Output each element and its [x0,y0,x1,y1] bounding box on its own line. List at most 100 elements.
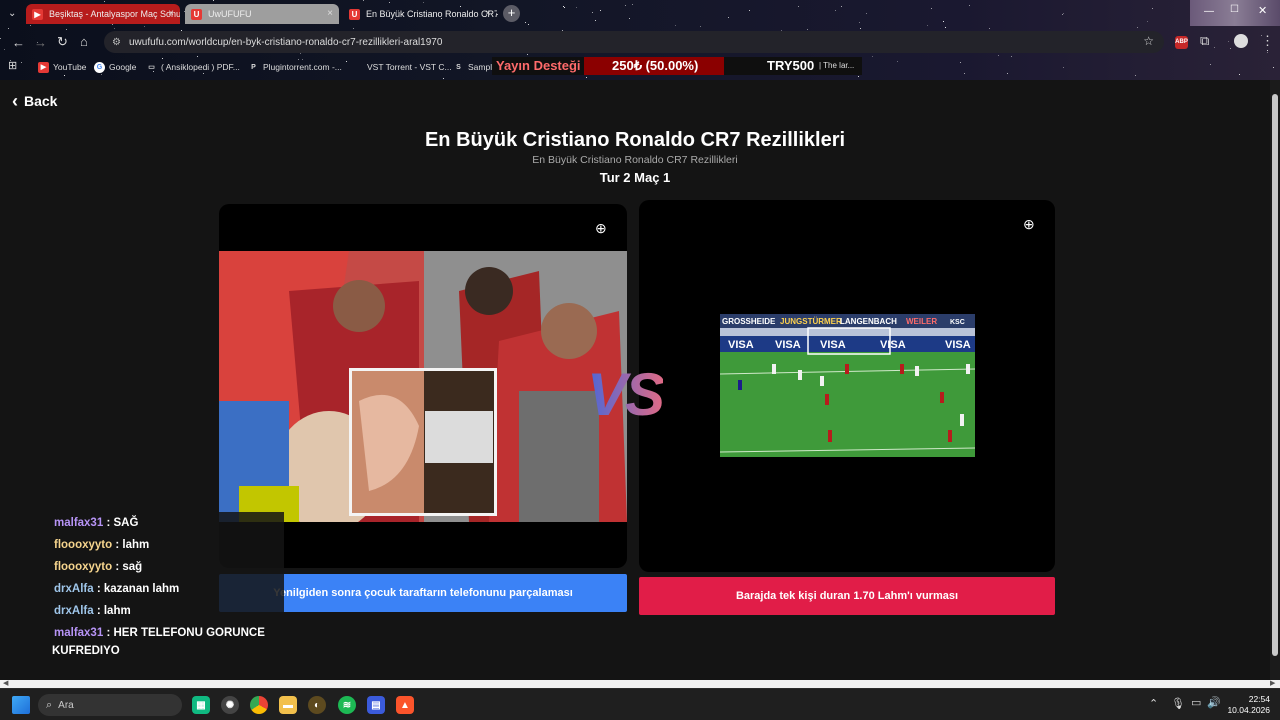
tray-chevron-icon[interactable]: ⌃ [1149,697,1158,710]
star-dot [300,53,301,54]
bookmark-star-icon[interactable]: ☆ [1143,34,1154,48]
menu-dots-icon[interactable]: ⋮ [1261,33,1274,49]
right-choice-card[interactable]: ⊕ GROSSHEIDE JUNGSTÜRMER LANGENBACH WEIL… [639,200,1055,572]
back-nav-icon[interactable]: ← [12,35,25,50]
task-view-icon[interactable]: ▦ [192,696,210,714]
chat-message: malfax31 : SAĞ [54,514,138,532]
back-button[interactable]: ‹ Back [12,92,57,110]
scrollbar-thumb[interactable] [1272,94,1278,656]
scroll-right-icon[interactable]: ▶ [1270,679,1275,687]
ad-text: VISA [880,339,906,351]
ticker-goal: TRY500 [767,58,815,73]
star-dot [563,6,564,7]
clock[interactable]: 22:54 10.04.2026 [1224,694,1270,716]
star-dot [841,6,842,7]
bookmark-vsttorrent[interactable]: VST Torrent - VST C... [352,60,452,74]
p-icon: P [251,63,256,71]
star-dot [1062,14,1063,15]
minimize-icon[interactable]: — [1204,6,1214,17]
chat-message-wrap: KUFREDIYO [52,645,120,657]
tab-title: UwUFUFU [208,9,252,19]
left-choice-image [219,251,627,522]
extensions-icon[interactable]: ⧉ [1200,33,1209,49]
bookmark-google[interactable]: G Google [94,60,136,74]
clock-time: 22:54 [1248,694,1270,704]
star-dot [353,28,354,29]
chat-user: drxAlfa [54,583,94,595]
star-dot [527,54,528,55]
star-dot [964,73,965,74]
ticker-amount: 250₺ (50.00%) [612,58,699,73]
star-dot [998,55,999,56]
star-dot [1137,27,1138,28]
star-dot [1214,47,1215,48]
ticker-title: Yayın Desteği [496,58,581,73]
star-dot [497,14,498,15]
chat-text: : kazanan lahm [96,583,180,595]
brave-icon[interactable]: ▲ [396,696,414,714]
star-dot [1273,67,1274,68]
network-icon[interactable]: ▭ [1191,696,1201,709]
search-placeholder: Ara [58,699,74,711]
new-tab-button[interactable]: + [503,5,520,22]
tab-uwufufu[interactable]: U UwUFUFU × [185,4,339,24]
star-dot [1007,73,1008,74]
close-icon[interactable]: × [485,8,491,19]
star-dot [197,56,198,57]
chat-user: malfax31 [54,517,104,529]
spotify-icon[interactable]: ≋ [338,696,356,714]
profile-icon[interactable] [1234,34,1248,48]
address-bar[interactable]: ⚙ uwufufu.com/worldcup/en-byk-cristiano-… [104,31,1164,53]
star-dot [144,26,145,27]
right-choice-image: GROSSHEIDE JUNGSTÜRMER LANGENBACH WEILER… [720,314,975,457]
volume-icon[interactable]: 🔊 [1207,696,1221,709]
chatgpt-icon[interactable]: ✺ [221,696,239,714]
tab-besiktas[interactable]: ▶ Beşiktaş - Antalyaspor Maç Sonu × [26,4,180,24]
star-dot [1135,75,1136,76]
star-dot [363,0,364,1]
star-dot [1210,64,1211,65]
home-icon[interactable]: ⌂ [80,34,88,49]
page-subtitle: En Büyük Cristiano Ronaldo CR7 Rezillikl… [532,154,738,166]
star-dot [213,0,214,1]
file-icon: ▭ [148,64,155,71]
url-text: uwufufu.com/worldcup/en-byk-cristiano-ro… [128,36,443,48]
obs-icon[interactable]: ◐ [308,696,326,714]
star-dot [104,1,105,2]
zoom-in-icon[interactable]: ⊕ [595,220,607,237]
apps-grid-icon[interactable]: ⊞ [8,59,17,72]
star-dot [728,17,729,18]
right-choice-button[interactable]: Barajda tek kişi duran 1.70 Lahm'ı vurma… [639,577,1055,615]
close-icon[interactable]: × [168,8,174,19]
bookmark-ansiklopedi[interactable]: ▭( Ansiklopedi ) PDF... [146,60,240,74]
scroll-left-icon[interactable]: ◀ [3,679,8,687]
abp-extension-icon[interactable]: ABP [1175,36,1188,49]
tab-active-ronaldo[interactable]: U En Büyük Cristiano Ronaldo CR7 × [343,4,497,24]
star-dot [564,7,565,8]
horizontal-scrollbar[interactable]: ◀ ▶ [0,680,1280,688]
bookmark-sample[interactable]: S Sample [453,60,497,74]
taskbar-search[interactable]: ⌕ Ara [38,694,182,716]
tab-search-chevron-icon[interactable]: ⌄ [8,8,16,19]
file-explorer-icon[interactable]: ▬ [279,696,297,714]
bookmark-plugintorrent[interactable]: P Plugintorrent.com -... [248,60,342,74]
star-dot [989,28,990,29]
maximize-icon[interactable]: ☐ [1230,4,1239,15]
tab-title: Beşiktaş - Antalyaspor Maç Sonu [49,9,180,19]
chat-message: drxAlfa : kazanan lahm [54,580,179,598]
bookmark-youtube[interactable]: ▶ YouTube [38,60,86,74]
forward-nav-icon[interactable]: → [34,35,47,50]
site-info-icon[interactable]: ⚙ [112,37,121,48]
star-dot [1228,41,1229,42]
notes-icon[interactable]: ▤ [367,696,385,714]
windows-start-icon[interactable] [12,696,30,714]
close-window-icon[interactable]: ✕ [1258,4,1267,17]
star-dot [114,28,115,29]
microphone-icon[interactable]: 🎙 [1171,697,1185,710]
close-icon[interactable]: × [327,8,333,19]
chat-user: floooxyyto [54,539,113,551]
star-dot [960,62,961,63]
zoom-in-icon[interactable]: ⊕ [1023,216,1035,233]
reload-icon[interactable]: ↻ [57,34,68,50]
chrome-icon[interactable] [250,696,268,714]
